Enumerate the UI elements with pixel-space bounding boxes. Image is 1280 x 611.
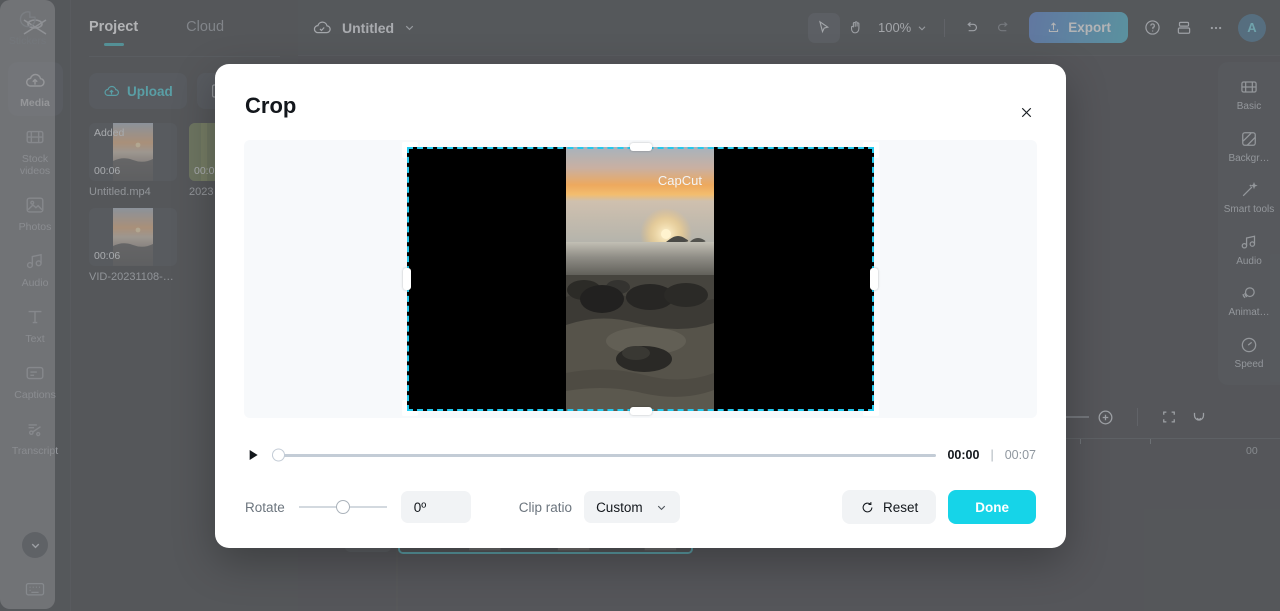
play-button[interactable]	[245, 446, 261, 464]
sunset-beach-frame: CapCut	[566, 147, 714, 411]
rotate-slider-handle[interactable]	[335, 500, 350, 514]
close-modal-button[interactable]	[1012, 98, 1040, 126]
video-content: CapCut	[566, 147, 714, 411]
crop-handle-top-left[interactable]	[402, 142, 418, 158]
crop-handle-top[interactable]	[629, 143, 652, 151]
reset-button-label: Reset	[882, 499, 919, 515]
crop-handle-top-right[interactable]	[863, 142, 879, 158]
chevron-down-icon	[657, 505, 665, 510]
clip-ratio-value: Custom	[596, 499, 643, 515]
close-icon	[1021, 107, 1031, 117]
done-button[interactable]: Done	[948, 490, 1036, 524]
current-time: 00:00	[947, 448, 980, 462]
capcut-editor-window: Media Stock videos Photos	[0, 0, 1280, 611]
total-time: 00:07	[1004, 448, 1036, 462]
seek-track[interactable]	[272, 453, 937, 457]
playback-controls: 00:00 | 00:07	[245, 440, 1036, 470]
time-separator: |	[990, 448, 994, 462]
clip-ratio-select[interactable]: Custom	[584, 491, 680, 523]
rotate-slider[interactable]	[298, 499, 387, 515]
seek-handle[interactable]	[272, 448, 285, 462]
crop-handle-bottom-right[interactable]	[863, 400, 879, 416]
crop-handle-bottom[interactable]	[629, 407, 652, 415]
crop-preview-area[interactable]: CapCut	[244, 140, 1037, 418]
crop-handle-left[interactable]	[403, 268, 411, 290]
reset-button[interactable]: Reset	[841, 490, 937, 524]
crop-frame[interactable]: CapCut	[402, 142, 879, 416]
crop-modal: CapCut Crop 00:00 | 00:07 Rotate 0º Clip…	[215, 64, 1066, 548]
reset-circular-arrow-icon	[862, 501, 873, 512]
page-title: Crop	[245, 93, 297, 118]
crop-handle-bottom-left[interactable]	[402, 400, 418, 416]
clip-ratio-label: Clip ratio	[518, 499, 573, 515]
seek-bar[interactable]	[272, 446, 937, 464]
rotate-label: Rotate	[245, 499, 285, 515]
watermark-text: CapCut	[658, 173, 702, 188]
crop-controls-row: Rotate 0º Clip ratio Custom Reset Done	[245, 489, 1036, 525]
crop-handle-right[interactable]	[870, 268, 878, 290]
rotate-value-input[interactable]: 0º	[400, 491, 471, 523]
